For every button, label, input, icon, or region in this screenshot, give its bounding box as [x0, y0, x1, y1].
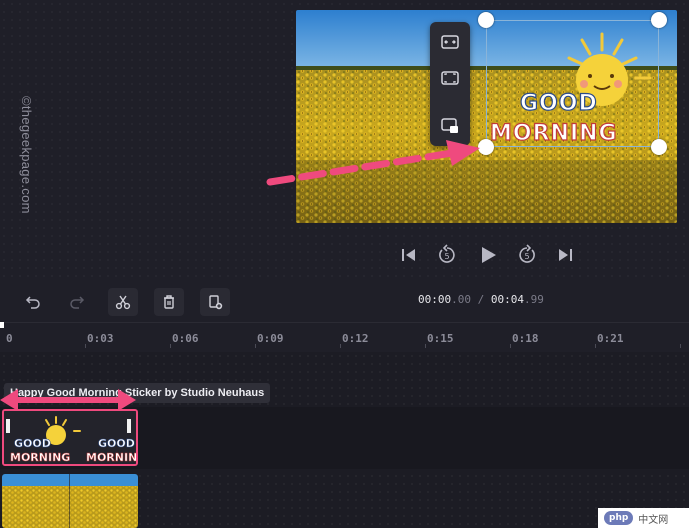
timeline-toolbar [0, 280, 689, 322]
undo-icon[interactable] [18, 288, 48, 316]
rewind-5-icon[interactable]: 5 [436, 244, 458, 266]
tick-mark [425, 344, 426, 348]
play-icon[interactable] [477, 244, 499, 266]
svg-text:MORNING: MORNING [86, 451, 136, 464]
php-logo: php [604, 511, 634, 525]
site-badge-text: 中文网 [638, 514, 669, 526]
tick-label: 0:06 [172, 332, 199, 345]
svg-text:5: 5 [444, 252, 449, 261]
delete-icon[interactable] [154, 288, 184, 316]
tick-mark [340, 344, 341, 348]
redo-icon[interactable] [62, 288, 92, 316]
split-icon[interactable] [108, 288, 138, 316]
floating-layout-toolbar [430, 22, 470, 146]
resize-handle-top-left[interactable] [478, 12, 494, 28]
fit-icon[interactable] [440, 32, 460, 52]
tick-mark [680, 344, 681, 348]
tick-label: 0:12 [342, 332, 369, 345]
tick-label: 0:09 [257, 332, 284, 345]
timecode-display: 00:00.00 / 00:04.99 [418, 293, 544, 306]
tick-mark [85, 344, 86, 348]
tick-mark [510, 344, 511, 348]
tick-label: 0:15 [427, 332, 454, 345]
duplicate-icon[interactable] [200, 288, 230, 316]
watermark: ©thegeekpage.com [19, 96, 34, 214]
svg-text:MORNING: MORNING [10, 451, 70, 464]
svg-text:GOOD: GOOD [14, 437, 51, 450]
fill-icon[interactable] [440, 68, 460, 88]
resize-handle-bottom-right[interactable] [651, 139, 667, 155]
tick-label: 0 [6, 332, 13, 345]
svg-text:5: 5 [524, 252, 529, 261]
picture-in-picture-icon[interactable] [440, 116, 460, 136]
selection-frame[interactable] [486, 20, 659, 147]
tick-mark [255, 344, 256, 348]
tick-mark [170, 344, 171, 348]
resize-handle-bottom-left[interactable] [478, 139, 494, 155]
skip-back-icon[interactable] [398, 244, 420, 266]
trim-arrow [0, 389, 136, 411]
playhead[interactable] [0, 322, 4, 328]
sticker-clip-thumbnail: GOOD MORNING GOOD MORNING [4, 411, 136, 464]
tick-label: 0:03 [87, 332, 114, 345]
tick-mark [595, 344, 596, 348]
video-clip-thumbnail [2, 474, 138, 528]
skip-forward-icon[interactable] [554, 244, 576, 266]
video-clip[interactable] [2, 474, 138, 528]
svg-text:GOOD: GOOD [98, 437, 135, 450]
tick-label: 0:18 [512, 332, 539, 345]
resize-handle-top-right[interactable] [651, 12, 667, 28]
tick-label: 0:21 [597, 332, 624, 345]
forward-5-icon[interactable]: 5 [516, 244, 538, 266]
site-badge: php 中文网 [598, 508, 689, 528]
sticker-clip[interactable]: GOOD MORNING GOOD MORNING [2, 409, 138, 466]
timeline-ruler[interactable]: 0 0:03 0:06 0:09 0:12 0:15 0:18 0:21 [0, 322, 689, 352]
